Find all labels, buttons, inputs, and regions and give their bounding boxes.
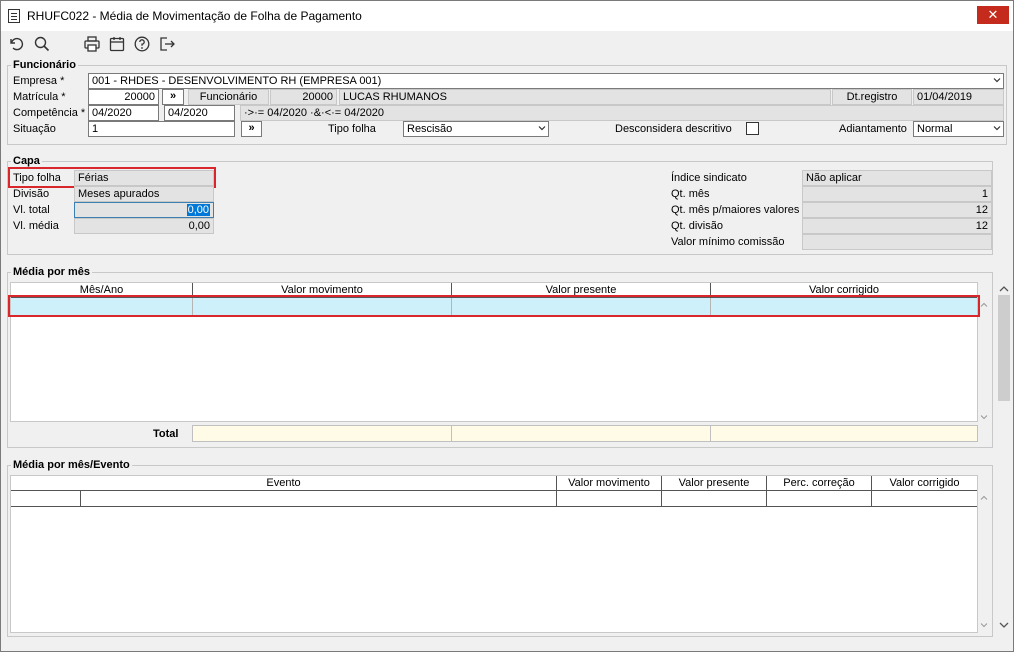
capa-vltotal-label: Vl. total <box>13 204 50 216</box>
calendar-icon[interactable] <box>108 35 126 53</box>
dtregistro-label: Dt.registro <box>832 89 912 105</box>
dtregistro-value: 01/04/2019 <box>913 89 1004 105</box>
column-header-perc-correcao[interactable]: Perc. correção <box>767 476 872 490</box>
refresh-icon[interactable] <box>7 35 25 53</box>
media-mes-group-title: Média por mês <box>11 266 93 278</box>
media-evento-group-title: Média por mês/Evento <box>11 459 132 471</box>
situacao-input[interactable]: 1 <box>88 121 235 137</box>
indice-value: Não aplicar <box>802 170 992 186</box>
column-header-valor-movimento[interactable]: Valor movimento <box>557 476 662 490</box>
adiantamento-value: Normal <box>917 123 953 135</box>
empresa-label: Empresa * <box>13 75 65 87</box>
desconsidera-checkbox[interactable] <box>746 122 759 135</box>
exit-icon[interactable] <box>158 35 176 53</box>
highlight-box-row <box>8 295 980 317</box>
qtmesmaiores-value: 12 <box>802 202 992 218</box>
capa-vltotal-text: 0,00 <box>186 204 210 216</box>
total-valor-movimento <box>192 425 452 442</box>
matricula-input[interactable]: 20000 <box>88 89 159 105</box>
chevron-down-icon <box>993 126 1001 131</box>
competencia-to-input[interactable]: 04/2020 <box>164 105 235 121</box>
qtdivisao-value: 12 <box>802 218 992 234</box>
total-label: Total <box>153 428 179 440</box>
chevron-down-icon[interactable] <box>999 621 1009 629</box>
print-icon[interactable] <box>83 35 101 53</box>
qtdivisao-label: Qt. divisão <box>671 220 723 232</box>
highlight-box-tipofolha <box>8 167 216 188</box>
indice-label: Índice sindicato <box>671 172 747 184</box>
valorminimo-label: Valor mínimo comissão <box>671 236 785 248</box>
total-valor-presente <box>451 425 711 442</box>
column-header-valor-corrigido[interactable]: Valor corrigido <box>872 476 977 490</box>
capa-vltotal-value[interactable]: 0,00 <box>74 202 214 218</box>
title-bar: RHUFC022 - Média de Movimentação de Folh… <box>1 1 1013 31</box>
competencia-label: Competência * <box>13 107 86 119</box>
table-cell[interactable] <box>11 491 81 507</box>
funcionario-code: 20000 <box>270 89 337 105</box>
chevron-down-icon <box>538 126 546 131</box>
capa-divisao-value: Meses apurados <box>74 186 214 202</box>
funcionario-name: LUCAS RHUMANOS <box>339 89 831 105</box>
empresa-value: 001 - RHDES - DESENVOLVIMENTO RH (EMPRES… <box>92 75 382 87</box>
table-cell[interactable] <box>81 491 557 507</box>
qtmes-label: Qt. mês <box>671 188 710 200</box>
tipofolha-value: Rescisão <box>407 123 453 135</box>
close-button[interactable]: ✕ <box>977 6 1009 24</box>
scroll-up-icon[interactable] <box>980 494 988 502</box>
scrollbar-thumb[interactable] <box>998 295 1010 401</box>
qtmesmaiores-label: Qt. mês p/maiores valores <box>671 204 800 216</box>
scroll-down-icon[interactable] <box>980 621 988 629</box>
empresa-select[interactable]: 001 - RHDES - DESENVOLVIMENTO RH (EMPRES… <box>88 73 1004 89</box>
scroll-down-icon[interactable] <box>980 413 988 421</box>
table-cell[interactable] <box>557 491 662 507</box>
help-icon[interactable] <box>133 35 151 53</box>
media-evento-grid[interactable]: Evento Valor movimento Valor presente Pe… <box>10 475 978 633</box>
table-row[interactable] <box>11 491 977 507</box>
tipofolha-select[interactable]: Rescisão <box>403 121 549 137</box>
funcionario-group-title: Funcionário <box>11 59 78 71</box>
adiantamento-label: Adiantamento <box>839 123 907 135</box>
scroll-up-icon[interactable] <box>980 301 988 309</box>
competencia-filter: ·>·= 04/2020 ·&·<·= 04/2020 <box>240 105 1004 121</box>
matricula-lookup-button[interactable]: » <box>162 89 184 105</box>
tipofolha-label: Tipo folha <box>328 123 376 135</box>
capa-divisao-label: Divisão <box>13 188 50 200</box>
qtmes-value: 1 <box>802 186 992 202</box>
capa-vlmedia-label: Vl. média <box>13 220 59 232</box>
window-title: RHUFC022 - Média de Movimentação de Folh… <box>27 9 362 23</box>
desconsidera-label: Desconsidera descritivo <box>615 123 732 135</box>
search-icon[interactable] <box>33 35 51 53</box>
situacao-lookup-button[interactable]: » <box>241 121 262 137</box>
funcionario-label: Funcionário <box>188 89 269 105</box>
valorminimo-value <box>802 234 992 250</box>
capa-group-title: Capa <box>11 155 42 167</box>
document-icon <box>8 9 20 23</box>
chevron-down-icon <box>993 78 1001 83</box>
application-window: RHUFC022 - Média de Movimentação de Folh… <box>0 0 1014 652</box>
adiantamento-select[interactable]: Normal <box>913 121 1004 137</box>
column-header-valor-presente[interactable]: Valor presente <box>662 476 767 490</box>
matricula-label: Matrícula * <box>13 91 66 103</box>
window-scrollbar[interactable] <box>996 281 1012 633</box>
competencia-from-input[interactable]: 04/2020 <box>88 105 159 121</box>
table-cell[interactable] <box>767 491 872 507</box>
column-header-evento[interactable]: Evento <box>11 476 557 490</box>
table-cell[interactable] <box>662 491 767 507</box>
chevron-up-icon[interactable] <box>999 285 1009 293</box>
capa-vlmedia-value: 0,00 <box>74 218 214 234</box>
total-valor-corrigido <box>710 425 978 442</box>
situacao-label: Situação <box>13 123 56 135</box>
